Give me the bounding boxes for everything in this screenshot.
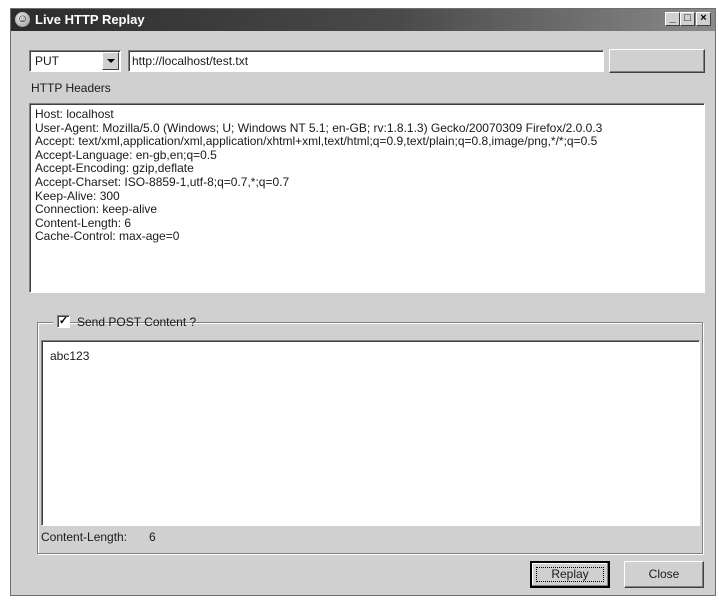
url-input[interactable] bbox=[132, 53, 597, 69]
send-post-checkbox[interactable]: ✓ bbox=[57, 315, 70, 328]
title-bar[interactable]: ☺ Live HTTP Replay _ □ × bbox=[11, 9, 715, 31]
disabled-button bbox=[609, 49, 705, 73]
url-field[interactable] bbox=[128, 50, 604, 72]
close-button[interactable]: Close bbox=[624, 561, 704, 588]
post-content-textarea[interactable]: abc123 bbox=[41, 340, 700, 526]
method-value: PUT bbox=[35, 54, 59, 68]
close-window-button[interactable]: × bbox=[696, 12, 711, 26]
header-line: Accept-Language: en-gb,en;q=0.5 bbox=[35, 147, 217, 162]
header-line: User-Agent: Mozilla/5.0 (Windows; U; Win… bbox=[35, 120, 603, 135]
http-headers-textarea[interactable]: Host: localhost User-Agent: Mozilla/5.0 (… bbox=[29, 103, 705, 293]
header-line: Accept: text/xml,application/xml,applica… bbox=[35, 134, 598, 149]
content-length-label: Content-Length: bbox=[41, 530, 128, 544]
send-post-label[interactable]: Send POST Content ? bbox=[77, 315, 196, 329]
post-content-legend: ✓ Send POST Content ? bbox=[53, 313, 196, 331]
headers-text: Host: localhost User-Agent: Mozilla/5.0 (… bbox=[35, 107, 603, 244]
chevron-down-icon[interactable] bbox=[102, 52, 119, 70]
header-line: Cache-Control: max-age=0 bbox=[35, 229, 180, 244]
header-line: Accept-Charset: ISO-8859-1,utf-8;q=0.7,*… bbox=[35, 174, 290, 189]
header-line: Connection: keep-alive bbox=[35, 202, 158, 217]
live-http-replay-window: ☺ Live HTTP Replay _ □ × PUT HTTP Header… bbox=[10, 8, 716, 596]
header-line: Content-Length: 6 bbox=[35, 215, 132, 230]
app-icon: ☺ bbox=[15, 12, 30, 27]
close-label: Close bbox=[648, 567, 680, 581]
replay-button[interactable]: Replay bbox=[530, 561, 610, 588]
header-line: Keep-Alive: 300 bbox=[35, 188, 120, 203]
http-headers-label: HTTP Headers bbox=[31, 81, 111, 95]
minimize-button[interactable]: _ bbox=[665, 12, 680, 26]
window-title: Live HTTP Replay bbox=[35, 12, 145, 27]
post-content-text: abc123 bbox=[50, 349, 90, 363]
header-line: Host: localhost bbox=[35, 107, 114, 121]
method-select[interactable]: PUT bbox=[29, 50, 121, 72]
focus-ring bbox=[536, 567, 604, 582]
maximize-button[interactable]: □ bbox=[680, 12, 695, 26]
content-length-value: 6 bbox=[149, 530, 156, 544]
header-line: Accept-Encoding: gzip,deflate bbox=[35, 161, 194, 176]
